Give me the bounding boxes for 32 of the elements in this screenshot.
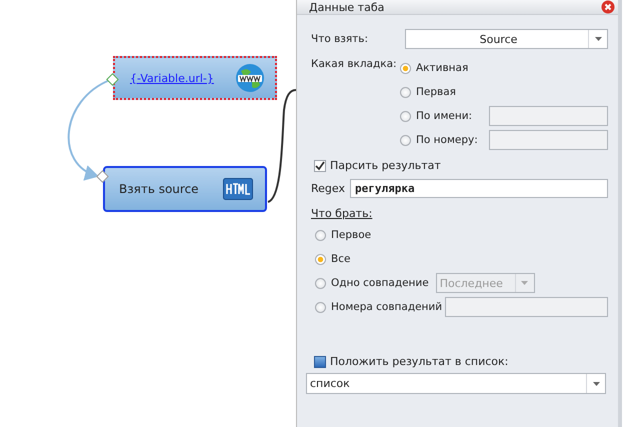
radio-button[interactable]: По имени: — [400, 110, 486, 122]
radio-button[interactable]: Номера совпадений — [315, 301, 442, 313]
close-icon[interactable] — [601, 0, 615, 14]
input-field[interactable] — [489, 106, 608, 126]
html-icon — [223, 178, 253, 200]
diagram-node[interactable]: {-Variable.url-} — [113, 56, 277, 100]
caret-icon — [594, 37, 602, 41]
section-label: Что брать: — [311, 207, 372, 220]
radio-button[interactable]: Первое — [315, 229, 372, 241]
checkbox[interactable]: Парсить результат — [311, 159, 441, 172]
source-dropdown[interactable]: Source — [405, 29, 608, 49]
globe-icon — [235, 63, 265, 93]
regex-field[interactable]: регулярка — [350, 179, 608, 198]
field-label: Regex — [311, 182, 345, 195]
radio-button[interactable]: Активная — [400, 62, 486, 74]
field-label: Какая вкладка: — [311, 58, 398, 72]
node-label: Взять source — [119, 182, 199, 196]
input-field[interactable] — [489, 130, 608, 150]
radio-button[interactable]: Одно совпадение — [315, 277, 429, 289]
list-dropdown[interactable]: список — [306, 373, 606, 394]
panel-title: Данные таба — [309, 0, 384, 14]
caret-icon — [592, 382, 600, 386]
radio-button[interactable]: Все — [315, 253, 350, 265]
variable-link[interactable]: {-Variable.url-} — [130, 72, 214, 84]
radio-button[interactable]: По номеру: — [400, 134, 486, 146]
diagram-node[interactable]: Взять source — [103, 166, 267, 212]
field-label: Что взять: — [311, 33, 370, 45]
input-field[interactable] — [445, 297, 608, 317]
caret-icon — [521, 281, 528, 285]
checkbox[interactable]: Положить результат в список: — [311, 355, 508, 368]
radio-button[interactable]: Первая — [400, 86, 486, 98]
checkmark-icon — [315, 160, 325, 170]
